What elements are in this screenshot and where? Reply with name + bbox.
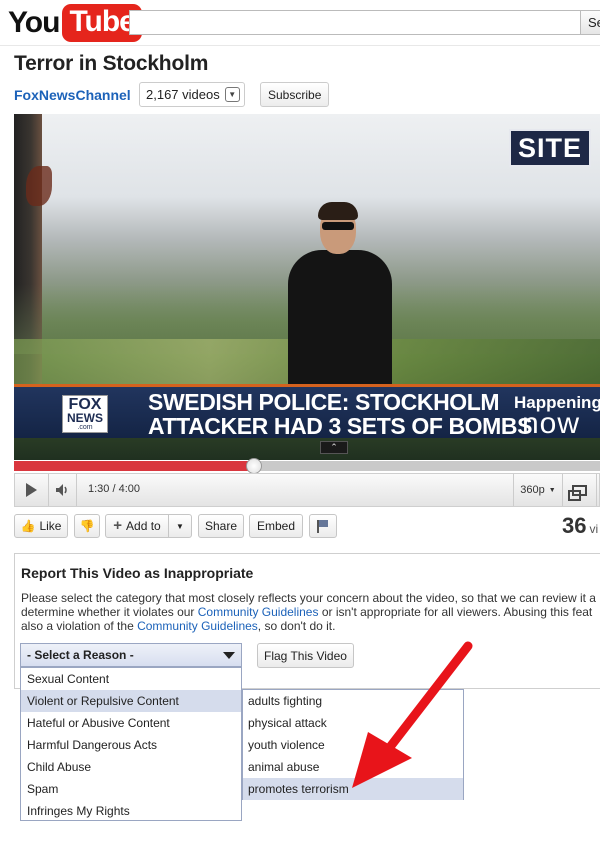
fox-text: FOX: [68, 395, 102, 413]
report-text-3a: also a violation of the: [21, 619, 138, 633]
news-text: NEWS: [67, 410, 103, 425]
search-button[interactable]: Se: [580, 10, 600, 35]
report-text-2b: or isn't appropriate for all viewers. Ab…: [318, 605, 593, 619]
report-text-line-2: determine whether it violates our Commun…: [21, 605, 600, 619]
reason-select[interactable]: - Select a Reason -: [20, 643, 242, 667]
quality-selector[interactable]: 360p ▼: [513, 474, 563, 506]
play-button[interactable]: [15, 474, 49, 506]
popout-icon: [568, 484, 587, 501]
community-guidelines-link[interactable]: Community Guidelines: [198, 605, 319, 619]
news-chyron: FOX NEWS .com SWEDISH POLICE: STOCKHOLM …: [14, 384, 600, 440]
volume-icon: [55, 484, 67, 496]
views-count: 36 vi: [562, 513, 598, 539]
reason-dropdown-list: Sexual Content Violent or Repulsive Cont…: [20, 667, 242, 821]
person-hair: [318, 202, 358, 220]
logo-you-text: You: [8, 6, 60, 39]
progress-fill: [14, 461, 255, 471]
header-divider: [0, 45, 600, 46]
reason-option[interactable]: Spam: [21, 778, 241, 800]
chevron-down-icon: [223, 651, 235, 659]
video-person: [282, 202, 398, 412]
com-text: .com: [77, 423, 93, 431]
person-sunglasses: [322, 222, 354, 230]
like-button[interactable]: 👍 Like: [14, 514, 68, 538]
videos-count-dropdown[interactable]: 2,167 videos ▼: [139, 82, 245, 107]
add-to-button[interactable]: + Add to: [105, 514, 169, 538]
reason-option[interactable]: Infringes My Rights: [21, 800, 241, 822]
add-to-label: Add to: [126, 519, 161, 533]
player-controls: 1:30 / 4:00 360p ▼: [14, 473, 600, 507]
report-text-1a: Please select the category that most clo…: [21, 591, 596, 605]
video-title: Terror in Stockholm: [14, 52, 209, 75]
chevron-down-icon: ▼: [176, 521, 184, 531]
quality-label: 360p: [520, 484, 545, 496]
views-label: vi: [589, 522, 599, 536]
flag-this-video-button[interactable]: Flag This Video: [257, 643, 354, 668]
report-text-line-1: Please select the category that most clo…: [21, 591, 600, 605]
dislike-button[interactable]: 👎: [74, 514, 100, 538]
reason-option[interactable]: Hateful or Abusive Content: [21, 712, 241, 734]
video-leaf-shape: [26, 166, 52, 206]
community-guidelines-link[interactable]: Community Guidelines: [137, 619, 258, 633]
search-input[interactable]: [129, 10, 581, 35]
like-label: Like: [39, 519, 62, 533]
chevron-down-icon: ▼: [224, 87, 240, 102]
fox-news-logo: FOX NEWS .com: [62, 395, 108, 433]
now-text: now: [522, 407, 581, 440]
flag-button[interactable]: [309, 514, 337, 538]
reason-option[interactable]: Harmful Dangerous Acts: [21, 734, 241, 756]
red-arrow-icon: [352, 641, 473, 788]
reason-option[interactable]: Sexual Content: [21, 668, 241, 690]
chevron-down-icon: ▼: [548, 486, 556, 494]
reason-option[interactable]: Child Abuse: [21, 756, 241, 778]
play-icon: [26, 483, 37, 497]
embed-button[interactable]: Embed: [249, 514, 303, 538]
thumbs-up-icon: 👍: [20, 519, 36, 533]
add-to-dropdown-button[interactable]: ▼: [168, 514, 192, 538]
progress-handle[interactable]: [246, 458, 263, 474]
report-description: Please select the category that most clo…: [21, 591, 600, 633]
volume-button[interactable]: [49, 474, 77, 506]
progress-bar[interactable]: [14, 458, 600, 474]
chyron-line-1: SWEDISH POLICE: STOCKHOLM: [148, 389, 500, 415]
site-logo: SITE: [509, 129, 591, 167]
subscribe-button[interactable]: Subscribe: [260, 82, 330, 107]
video-player[interactable]: SITE FOX NEWS .com SWEDISH POLICE: STOCK…: [14, 114, 600, 460]
chyron-line-2: ATTACKER HAD 3 SETS OF BOMBS: [148, 413, 533, 439]
share-button[interactable]: Share: [198, 514, 244, 538]
popout-button[interactable]: [563, 474, 597, 506]
thumbs-down-icon: 👎: [79, 519, 95, 533]
report-text-2a: determine whether it violates our: [21, 605, 198, 619]
report-text-3b: , so don't do it.: [257, 619, 336, 633]
expand-controls-button[interactable]: ⌃: [320, 441, 348, 454]
reason-option[interactable]: Violent or Repulsive Content: [21, 690, 241, 712]
channel-link[interactable]: FoxNewsChannel: [14, 87, 131, 103]
flag-icon: [317, 520, 329, 533]
report-text-line-3: also a violation of the Community Guidel…: [21, 619, 600, 633]
plus-icon: +: [113, 517, 123, 534]
views-number: 36: [562, 513, 587, 538]
report-title: Report This Video as Inappropriate: [21, 565, 254, 581]
time-display: 1:30 / 4:00: [88, 483, 140, 495]
youtube-logo[interactable]: You Tube: [8, 4, 142, 42]
reason-select-label: - Select a Reason -: [27, 648, 134, 662]
videos-count-label: 2,167 videos: [146, 87, 220, 102]
